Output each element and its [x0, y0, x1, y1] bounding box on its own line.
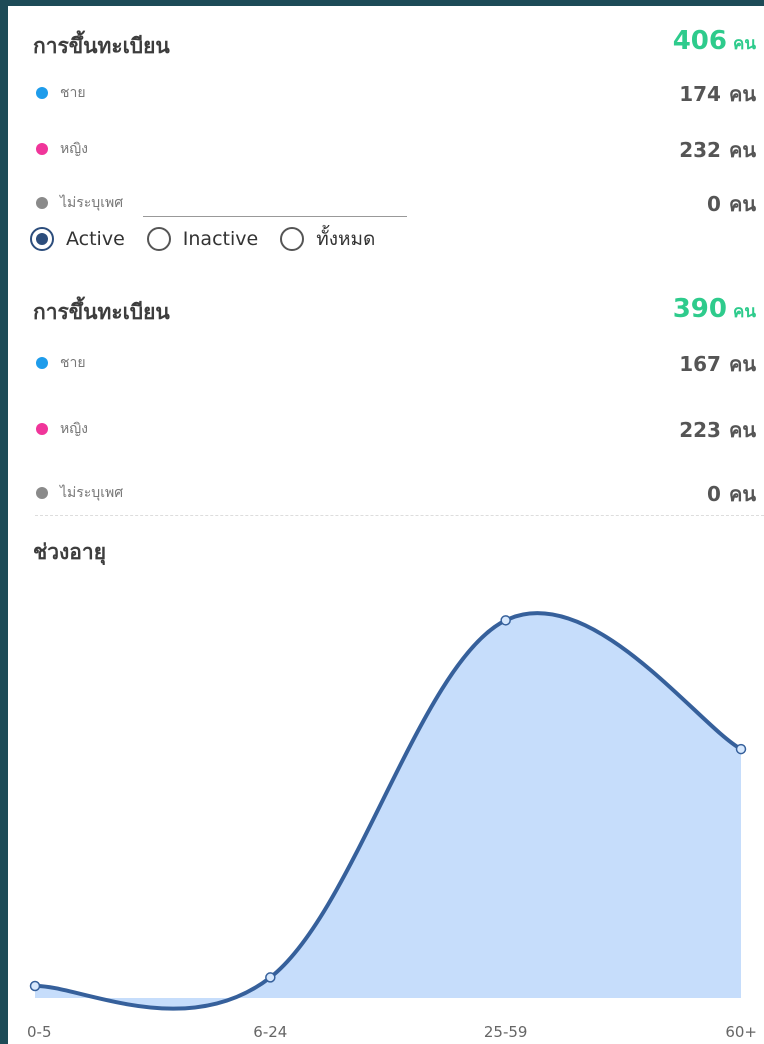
female-dot-icon — [36, 143, 48, 155]
radio-inactive[interactable]: Inactive — [146, 227, 259, 251]
unspecified-unit: คน — [728, 192, 756, 216]
male-row: ชาย — [36, 82, 86, 104]
registration-panel: การขึ้นทะเบียน 406 คน ชาย 174 คน หญิง 232 ค… — [8, 6, 764, 1044]
x-tick-label: 0-5 — [27, 1023, 52, 1041]
total-unit: คน — [733, 34, 756, 54]
registration-total: 406 คน — [673, 26, 756, 57]
female-label: หญิง — [60, 141, 88, 157]
female-unit: คน — [728, 418, 756, 442]
female-value: 232 — [679, 138, 721, 162]
male-count: 167 คน — [679, 348, 756, 380]
total-unit: คน — [733, 302, 756, 322]
x-tick-label: 25-59 — [484, 1023, 528, 1041]
total-value: 406 — [672, 26, 727, 56]
chart-point-60+[interactable] — [735, 743, 747, 755]
female-label: หญิง — [60, 421, 88, 437]
status-filter: Active Inactive ทั้งหมด — [30, 220, 397, 258]
male-label: ชาย — [60, 355, 86, 371]
registration-total: 390 คน — [673, 294, 756, 325]
chart-point-25-59[interactable] — [500, 615, 511, 626]
female-value: 223 — [679, 418, 721, 442]
female-count: 223 คน — [679, 414, 756, 446]
filter-underline — [143, 216, 407, 217]
female-unit: คน — [728, 138, 756, 162]
male-row: ชาย — [36, 352, 86, 374]
male-count: 174 คน — [679, 78, 756, 110]
age-range-title: ช่วงอายุ — [33, 540, 107, 564]
male-value: 174 — [679, 82, 721, 106]
total-value: 390 — [672, 294, 727, 324]
unspecified-count: 0 คน — [707, 188, 756, 220]
female-count: 232 คน — [679, 134, 756, 166]
chart-point-6-24[interactable] — [265, 972, 276, 983]
male-unit: คน — [728, 82, 756, 106]
unspecified-dot-icon — [36, 487, 48, 499]
female-dot-icon — [36, 423, 48, 435]
female-row: หญิง — [36, 418, 88, 440]
male-dot-icon — [36, 357, 48, 369]
female-row: หญิง — [36, 138, 88, 160]
chart-area — [35, 613, 741, 1009]
male-label: ชาย — [60, 85, 86, 101]
x-tick-label: 6-24 — [253, 1023, 287, 1041]
radio-all-label: ทั้งหมด — [316, 228, 376, 250]
chart-point-0-5[interactable] — [29, 980, 41, 992]
registration-title: การขึ้นทะเบียน — [33, 300, 170, 324]
radio-active-label: Active — [66, 228, 125, 250]
male-value: 167 — [679, 352, 721, 376]
unspecified-dot-icon — [36, 197, 48, 209]
registration-title: การขึ้นทะเบียน — [33, 34, 170, 58]
age-range-chart: 0-5 6-24 25-59 60+ — [27, 611, 757, 1041]
radio-inactive-label: Inactive — [182, 228, 259, 250]
unspecified-label: ไม่ระบุเพศ — [60, 485, 124, 501]
radio-unchecked-icon[interactable] — [146, 227, 171, 251]
radio-unchecked-icon[interactable] — [280, 227, 305, 251]
x-tick-label: 60+ — [725, 1023, 757, 1041]
unspecified-unit: คน — [728, 482, 756, 506]
radio-checked-icon[interactable] — [30, 227, 54, 251]
unspecified-value: 0 — [707, 192, 721, 216]
unspecified-label: ไม่ระบุเพศ — [60, 195, 124, 211]
unspecified-row: ไม่ระบุเพศ — [36, 482, 123, 504]
radio-all[interactable]: ทั้งหมด — [280, 224, 375, 254]
unspecified-count: 0 คน — [707, 478, 756, 510]
section-divider — [35, 515, 764, 516]
radio-active[interactable]: Active — [30, 227, 125, 251]
male-unit: คน — [728, 352, 756, 376]
male-dot-icon — [36, 87, 48, 99]
unspecified-value: 0 — [707, 482, 721, 506]
unspecified-row: ไม่ระบุเพศ — [36, 192, 123, 214]
